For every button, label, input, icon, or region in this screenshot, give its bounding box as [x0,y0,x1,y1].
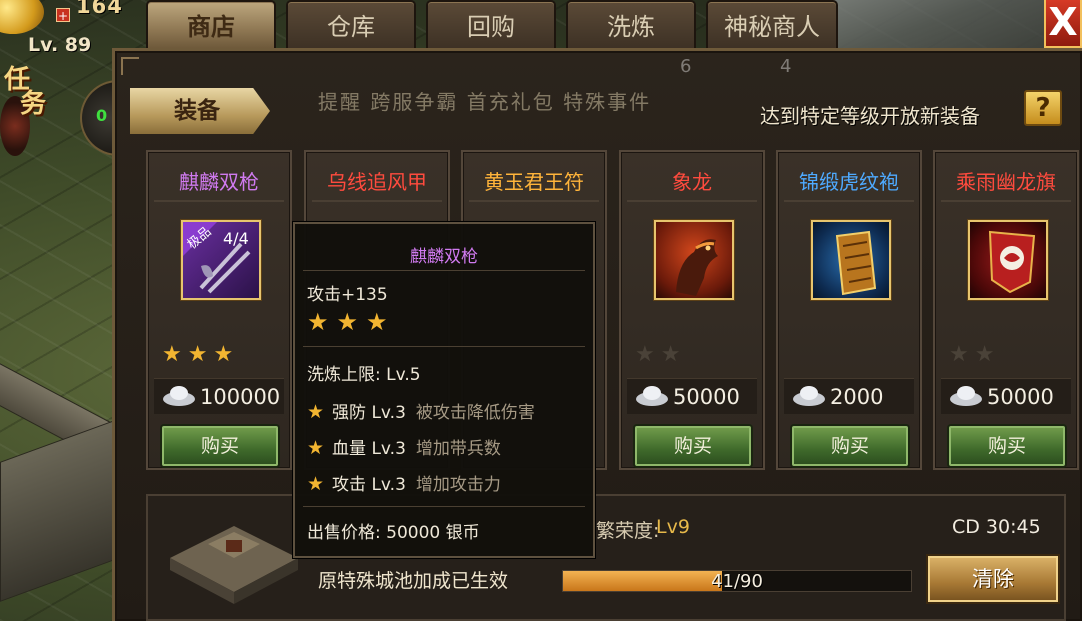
tooltip-refine-limit: 洗炼上限: Lv.5 [307,365,421,385]
tooltip-divider [303,506,585,507]
silver-ingot-icon [950,386,982,406]
divider [154,200,284,202]
warhorse-icon[interactable] [654,220,734,300]
tooltip-divider [303,270,585,271]
item-name: 象龙 [672,170,712,194]
item-name: 锦缎虎纹袍 [799,170,899,194]
city-fortress-icon[interactable] [150,500,316,610]
buy-button[interactable]: 购买 [949,426,1065,466]
attribute-name: 攻击 Lv.3 [332,475,406,495]
tooltip-title: 麒麟双枪 [410,247,478,267]
tooltip-sell-price: 出售价格: 50000 银币 [307,523,480,543]
player-level: Lv. 89 [28,34,92,56]
divider [312,200,442,202]
divider [941,200,1071,202]
item-tooltip: 麒麟双枪 攻击+135 ★★★ 洗炼上限: Lv.5 ★ 强防 Lv.3 被攻击降低… [293,222,595,558]
price-row: 2000 [784,378,914,414]
tiger-robe-icon[interactable] [811,220,891,300]
item-price: 2000 [830,385,884,409]
price-row: 50000 [627,378,757,414]
item-name: 黄玉君王符 [484,170,584,194]
buy-button[interactable]: 购买 [635,426,751,466]
attribute-star-icon: ★ [307,437,325,459]
buy-button[interactable]: 购买 [792,426,908,466]
tab-shop[interactable]: 商店 [146,0,276,50]
item-count: 4/4 [223,229,249,248]
item-name: 乘雨幽龙旗 [956,170,1056,194]
prosperity-progress-bar: 41/90 [562,570,912,592]
attribute-star-icon: ★ [307,401,325,423]
star-rating: ★★ [949,342,1001,367]
close-button[interactable]: X [1044,0,1082,48]
divider [627,200,757,202]
equipment-section-banner: 装备 [130,88,270,134]
item-name: 麒麟双枪 [179,170,259,194]
attribute-desc: 增加攻击力 [415,475,501,495]
tab-buyback[interactable]: 回购 [426,0,556,50]
attribute-star-icon: ★ [307,473,325,495]
progress-text: 41/90 [711,571,763,592]
tooltip-attribute: ★ 强防 Lv.3 被攻击降低伤害 [307,398,535,423]
side-button-label: 0 [96,106,108,125]
help-button[interactable]: ? [1024,90,1062,126]
event-badge: 6 [680,56,692,77]
tooltip-attack: 攻击+135 [307,285,388,305]
silver-ingot-icon [793,386,825,406]
attribute-name: 强防 Lv.3 [332,403,406,423]
background-event-buttons: 提醒 跨服争霸 首充礼包 特殊事件 [318,90,652,114]
tab-warehouse[interactable]: 仓库 [286,0,416,50]
item-price: 50000 [673,385,740,409]
twin-spear-icon[interactable]: 极品 4/4 [181,220,261,300]
star-rating: ★★ [635,342,687,367]
silver-ingot-icon [636,386,668,406]
divider [784,200,914,202]
city-bonus-status: 原特殊城池加成已生效 [318,570,509,592]
unlock-hint: 达到特定等级开放新装备 [760,104,980,128]
tooltip-star-rating: ★★★ [307,308,396,336]
attribute-desc: 增加带兵数 [415,439,501,459]
event-badge: 4 [780,56,792,77]
gold-amount: 164 [76,0,123,18]
quest-label-2: 务 [20,89,47,119]
divider [469,200,599,202]
attribute-name: 血量 Lv.3 [332,439,406,459]
item-card[interactable]: 乘雨幽龙旗 ★★ 50000 购买 [933,150,1079,470]
panel-corner-ornament [121,57,139,75]
item-name: 乌线追风甲 [327,170,427,194]
add-gold-icon[interactable]: + [56,8,70,23]
prosperity-label: 繁荣度: [596,520,660,542]
attribute-desc: 被攻击降低伤害 [415,403,535,423]
item-price: 100000 [200,385,281,409]
clear-button[interactable]: 清除 [928,556,1058,602]
tooltip-attribute: ★ 攻击 Lv.3 增加攻击力 [307,470,501,495]
item-card[interactable]: 锦缎虎纹袍 2000 购买 [776,150,922,470]
tab-mystery-merchant[interactable]: 神秘商人 [706,0,838,50]
cooldown-timer: CD 30:45 [952,516,1041,538]
item-card[interactable]: 麒麟双枪 极品 4/4 ★★★ 100000 购买 [146,150,292,470]
price-row: 100000 [154,378,284,414]
item-price: 50000 [987,385,1054,409]
star-rating: ★★★ [162,342,240,367]
prosperity-level: Lv9 [656,516,690,538]
buy-button[interactable]: 购买 [162,426,278,466]
tooltip-attribute: ★ 血量 Lv.3 增加带兵数 [307,434,501,459]
silver-ingot-icon [163,386,195,406]
quest-button[interactable]: 任 务 [0,66,54,136]
tooltip-divider [303,346,585,347]
price-row: 50000 [941,378,1071,414]
dragon-banner-icon[interactable] [968,220,1048,300]
item-card[interactable]: 象龙 ★★ 50000 购买 [619,150,765,470]
tab-refine[interactable]: 洗炼 [566,0,696,50]
